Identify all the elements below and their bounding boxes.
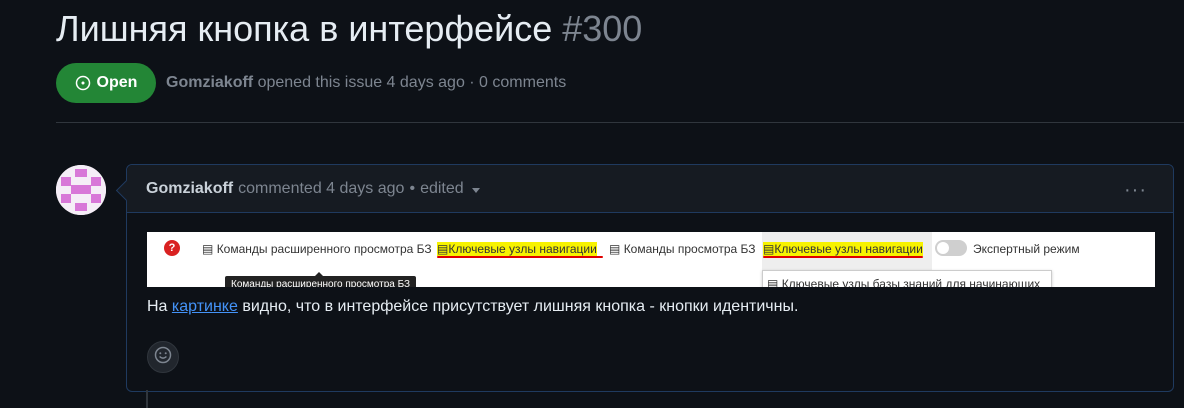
issue-opened-icon — [75, 75, 91, 91]
screenshot-item-2-label: Ключевые узлы навигации — [448, 242, 597, 256]
comment-body-suffix: видно, что в интерфейсе присутствует лиш… — [237, 298, 799, 315]
screenshot-item-3-label: Команды просмотра БЗ — [623, 242, 756, 256]
red-underline-2 — [763, 256, 923, 258]
picture-link[interactable]: картинке — [172, 298, 238, 315]
screenshot-dropdown-item: ▤ Ключевые узлы базы знаний для начинающ… — [767, 277, 1040, 287]
expert-mode-label: Экспертный режим — [973, 242, 1080, 256]
doc-icon: ▤ — [202, 242, 214, 256]
screenshot-item-2: ▤Ключевые узлы навигации — [437, 242, 597, 256]
comment-author-link[interactable]: Gomziakoff — [146, 180, 233, 198]
issue-number: #300 — [562, 8, 643, 49]
caret-down-icon[interactable] — [471, 187, 480, 193]
help-icon: ? — [164, 240, 180, 256]
screenshot-item-1: ▤ Команды расширенного просмотра БЗ — [202, 242, 432, 256]
doc-icon: ▤ — [609, 242, 621, 256]
screenshot-item-4: ▤Ключевые узлы навигации — [763, 242, 923, 256]
comment-body-prefix: На — [147, 298, 172, 315]
doc-icon: ▤ — [763, 242, 775, 256]
comment-action[interactable]: commented 4 days ago — [238, 180, 404, 198]
issue-meta: Gomziakoff opened this issue 4 days ago … — [166, 74, 566, 92]
header-divider — [56, 122, 1184, 123]
issue-title-text: Лишняя кнопка в интерфейсе — [56, 8, 553, 49]
red-underline-1 — [437, 256, 603, 258]
doc-icon: ▤ — [437, 242, 449, 256]
embedded-screenshot[interactable]: ? ▤ Команды расширенного просмотра БЗ ▤К… — [147, 232, 1155, 287]
screenshot-dropdown: ▤ Ключевые узлы базы знаний для начинающ… — [762, 270, 1052, 287]
issue-meta-text: opened this issue 4 days ago · 0 comment… — [257, 74, 567, 91]
issue-state-label: Open — [96, 74, 138, 91]
expert-mode-toggle — [935, 240, 967, 256]
add-reaction-button[interactable] — [147, 341, 179, 373]
comment-header: Gomziakoff commented 4 days ago • edited… — [127, 165, 1173, 213]
avatar[interactable] — [56, 165, 106, 215]
screenshot-item-3: ▤ Команды просмотра БЗ — [609, 242, 756, 256]
kebab-icon[interactable]: ··· — [1124, 179, 1147, 202]
issue-title: Лишняя кнопка в интерфейсе #300 — [56, 8, 642, 50]
screenshot-tooltip: Команды расширенного просмотра БЗ — [225, 276, 417, 287]
timeline-line — [146, 390, 148, 408]
screenshot-item-4-label: Ключевые узлы навигации — [774, 242, 923, 256]
doc-icon: ▤ — [767, 277, 779, 287]
edited-label[interactable]: edited — [420, 180, 464, 197]
smiley-icon — [154, 346, 172, 369]
comment-separator: • — [409, 179, 416, 197]
comment-box: Gomziakoff commented 4 days ago • edited… — [126, 164, 1174, 392]
screenshot-item-1-label: Команды расширенного просмотра БЗ — [216, 242, 432, 256]
issue-author-link[interactable]: Gomziakoff — [166, 74, 253, 91]
dropdown-item-label: Ключевые узлы базы знаний для начинающих — [781, 277, 1041, 287]
edited-dropdown[interactable]: edited — [420, 180, 480, 198]
comment-body: На картинке видно, что в интерфейсе прис… — [147, 298, 798, 316]
issue-state-badge: Open — [56, 63, 156, 103]
